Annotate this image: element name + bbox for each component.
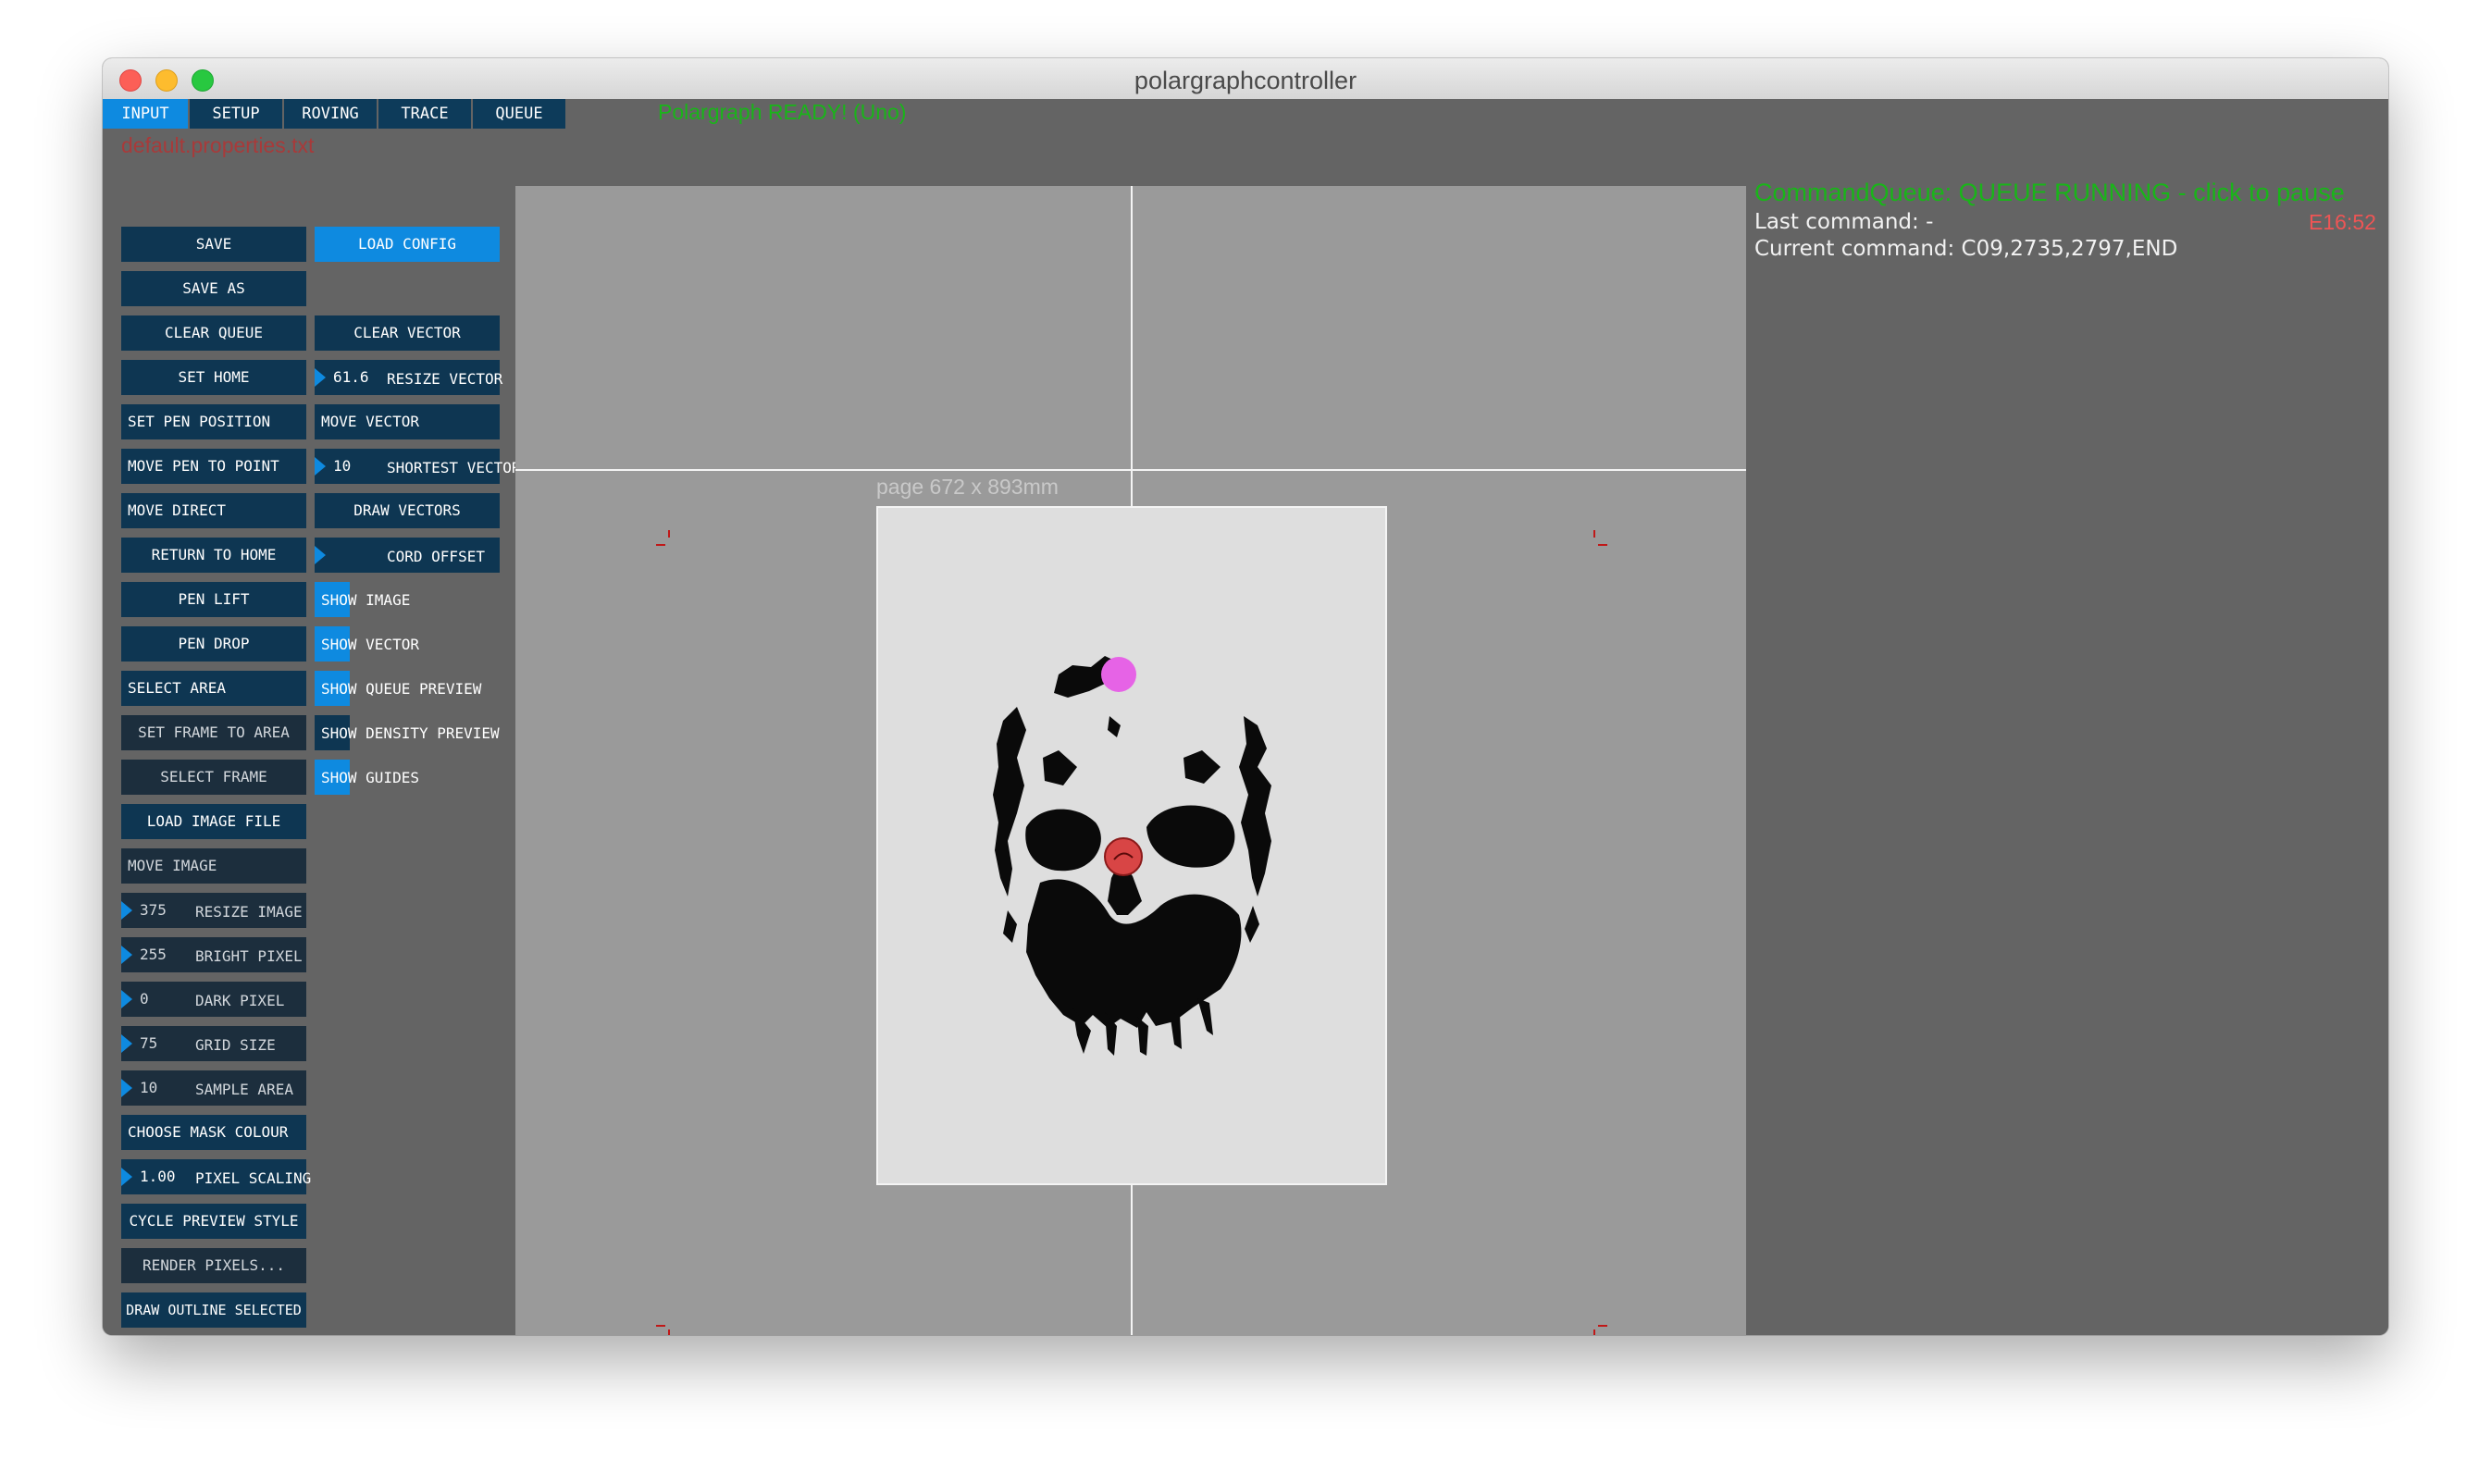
- resize-vector-control[interactable]: 61.6 RESIZE VECTOR: [315, 360, 503, 395]
- last-command-label: Last command: -: [1754, 210, 1934, 234]
- cycle-preview-style-button[interactable]: CYCLE PREVIEW STYLE: [121, 1204, 306, 1239]
- current-command-label: Current command: C09,2735,2797,END: [1754, 237, 2178, 261]
- pixel-scaling-control[interactable]: 1.00 PIXEL SCALING: [121, 1159, 311, 1194]
- bright-pixel-label: BRIGHT PIXEL: [195, 947, 303, 965]
- tab-queue[interactable]: QUEUE: [473, 99, 565, 129]
- resize-image-label: RESIZE IMAGE: [195, 903, 303, 921]
- drawing-canvas[interactable]: page 672 x 893mm: [515, 186, 1746, 1335]
- tab-trace[interactable]: TRACE: [378, 99, 471, 129]
- move-image-button[interactable]: MOVE IMAGE: [121, 848, 306, 884]
- horizontal-guide-line: [515, 469, 1746, 471]
- set-home-button[interactable]: SET HOME: [121, 360, 306, 395]
- choose-mask-colour-button[interactable]: CHOOSE MASK COLOUR: [121, 1115, 306, 1150]
- command-queue-status[interactable]: CommandQueue: QUEUE RUNNING - click to p…: [1754, 179, 2388, 207]
- resize-vector-value: 61.6: [333, 368, 369, 386]
- frame-corner-marker: [656, 1325, 670, 1335]
- shortest-vector-label: SHORTEST VECTOR: [387, 459, 521, 476]
- draw-outline-selected-button[interactable]: DRAW OUTLINE SELECTED: [121, 1292, 306, 1328]
- dark-pixel-value: 0: [140, 990, 149, 1008]
- show-guides-label: SHOW GUIDES: [321, 769, 419, 786]
- increment-arrow-icon: [121, 1034, 132, 1053]
- show-vector-toggle[interactable]: SHOW VECTOR: [315, 626, 500, 662]
- queue-position-marker: [1101, 657, 1136, 692]
- resize-image-control[interactable]: 375 RESIZE IMAGE: [121, 893, 306, 928]
- clear-queue-button[interactable]: CLEAR QUEUE: [121, 315, 306, 351]
- clear-vector-button[interactable]: CLEAR VECTOR: [315, 315, 500, 351]
- increment-arrow-icon: [315, 457, 326, 476]
- return-to-home-button[interactable]: RETURN TO HOME: [121, 538, 306, 573]
- show-queue-preview-toggle[interactable]: SHOW QUEUE PREVIEW: [315, 671, 500, 706]
- show-queue-preview-label: SHOW QUEUE PREVIEW: [321, 680, 482, 698]
- elapsed-time: E16:52: [2309, 210, 2376, 234]
- window-title: polargraphcontroller: [1134, 67, 1357, 94]
- bright-pixel-control[interactable]: 255 BRIGHT PIXEL: [121, 937, 306, 972]
- dark-pixel-label: DARK PIXEL: [195, 992, 285, 1009]
- frame-corner-marker: [1593, 1325, 1607, 1335]
- paper-page[interactable]: [876, 506, 1387, 1185]
- select-area-button[interactable]: SELECT AREA: [121, 671, 306, 706]
- load-image-file-button[interactable]: LOAD IMAGE FILE: [121, 804, 306, 839]
- set-frame-to-area-button[interactable]: SET FRAME TO AREA: [121, 715, 306, 750]
- grid-size-label: GRID SIZE: [195, 1036, 276, 1054]
- tab-input[interactable]: INPUT: [103, 99, 188, 129]
- pen-lift-button[interactable]: PEN LIFT: [121, 582, 306, 617]
- sample-area-label: SAMPLE AREA: [195, 1081, 293, 1098]
- title-bar: polargraphcontroller: [103, 58, 2388, 100]
- select-frame-button[interactable]: SELECT FRAME: [121, 760, 306, 795]
- render-pixels-button[interactable]: RENDER PIXELS...: [121, 1248, 306, 1283]
- increment-arrow-icon: [121, 901, 132, 920]
- tab-setup[interactable]: SETUP: [190, 99, 282, 129]
- increment-arrow-icon: [121, 1079, 132, 1097]
- page-size-label: page 672 x 893mm: [876, 475, 1059, 499]
- show-vector-label: SHOW VECTOR: [321, 636, 419, 653]
- pixel-scaling-value: 1.00: [140, 1168, 176, 1185]
- show-guides-toggle[interactable]: SHOW GUIDES: [315, 760, 500, 795]
- sample-area-value: 10: [140, 1079, 158, 1096]
- pixel-scaling-label: PIXEL SCALING: [195, 1169, 312, 1187]
- increment-arrow-icon: [121, 990, 132, 1008]
- draw-vectors-button[interactable]: DRAW VECTORS: [315, 493, 500, 528]
- ready-status: Polargraph READY! (Uno): [658, 100, 907, 124]
- show-density-preview-label: SHOW DENSITY PREVIEW: [321, 724, 500, 742]
- increment-arrow-icon: [315, 546, 326, 564]
- move-direct-button[interactable]: MOVE DIRECT: [121, 493, 306, 528]
- save-button[interactable]: SAVE: [121, 227, 306, 262]
- load-config-button[interactable]: LOAD CONFIG: [315, 227, 500, 262]
- resize-image-value: 375: [140, 901, 167, 919]
- pen-drop-button[interactable]: PEN DROP: [121, 626, 306, 662]
- save-as-button[interactable]: SAVE AS: [121, 271, 306, 306]
- app-window: polargraphcontroller INPUT SETUP ROVING …: [103, 58, 2388, 1335]
- pen-position-marker: [1104, 837, 1143, 876]
- move-vector-button[interactable]: MOVE VECTOR: [315, 404, 500, 439]
- increment-arrow-icon: [121, 1168, 132, 1186]
- resize-vector-label: RESIZE VECTOR: [387, 370, 503, 388]
- tab-roving[interactable]: ROVING: [284, 99, 377, 129]
- increment-arrow-icon: [121, 946, 132, 964]
- show-density-preview-toggle[interactable]: SHOW DENSITY PREVIEW: [315, 715, 500, 750]
- cord-offset-label: CORD OFFSET: [387, 548, 485, 565]
- show-image-toggle[interactable]: SHOW IMAGE: [315, 582, 500, 617]
- increment-arrow-icon: [315, 368, 326, 387]
- grid-size-value: 75: [140, 1034, 158, 1052]
- shortest-vector-value: 10: [333, 457, 352, 475]
- sample-area-control[interactable]: 10 SAMPLE AREA: [121, 1070, 306, 1106]
- shortest-vector-control[interactable]: 10 SHORTEST VECTOR: [315, 449, 521, 484]
- properties-file-label: default.properties.txt: [121, 133, 315, 157]
- skull-image: [993, 656, 1271, 1056]
- cord-offset-control[interactable]: CORD OFFSET: [315, 538, 500, 573]
- bright-pixel-value: 255: [140, 946, 167, 963]
- move-pen-to-point-button[interactable]: MOVE PEN TO POINT: [121, 449, 306, 484]
- set-pen-position-button[interactable]: SET PEN POSITION: [121, 404, 306, 439]
- dark-pixel-control[interactable]: 0 DARK PIXEL: [121, 982, 306, 1017]
- grid-size-control[interactable]: 75 GRID SIZE: [121, 1026, 306, 1061]
- frame-corner-marker: [1593, 530, 1607, 546]
- show-image-label: SHOW IMAGE: [321, 591, 411, 609]
- frame-corner-marker: [656, 530, 670, 546]
